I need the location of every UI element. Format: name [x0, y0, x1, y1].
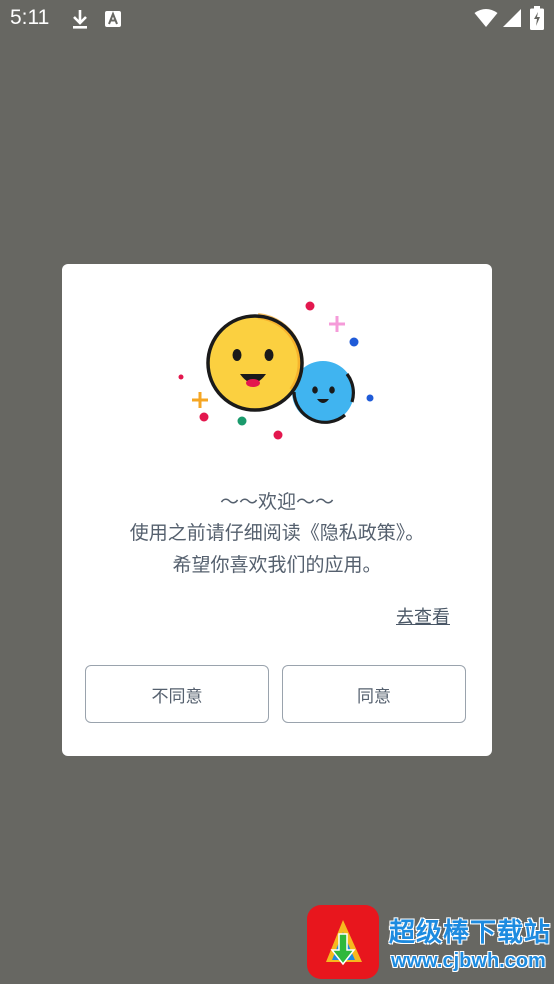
privacy-dialog: ～～欢迎～～ 使用之前请仔细阅读《隐私政策》。 希望你喜欢我们的应用。 去查看 …: [62, 264, 492, 756]
status-time: 5:11: [10, 6, 50, 29]
a-icon: [105, 11, 121, 27]
watermark-title: 超级棒下载站: [389, 918, 552, 948]
hope-message: 希望你喜欢我们的应用。: [172, 554, 382, 576]
site-watermark: 超级棒下载站 www.cjbwh.com: [306, 904, 554, 984]
view-policy-link[interactable]: 去查看: [396, 603, 450, 629]
signal-icon: [503, 9, 521, 27]
download-logo-icon: [307, 905, 379, 979]
watermark-url: www.cjbwh.com: [391, 950, 546, 972]
download-icon: [73, 10, 87, 29]
wifi-icon: [474, 9, 498, 27]
disagree-button[interactable]: 不同意: [85, 665, 269, 723]
battery-charging-icon: [530, 6, 544, 30]
smiley-faces-illustration: [178, 301, 374, 440]
privacy-message: 使用之前请仔细阅读《隐私政策》。: [129, 522, 425, 544]
welcome-text: ～～欢迎～～: [219, 491, 334, 513]
agree-button[interactable]: 同意: [282, 665, 466, 723]
status-bar: 5:11: [0, 0, 554, 38]
